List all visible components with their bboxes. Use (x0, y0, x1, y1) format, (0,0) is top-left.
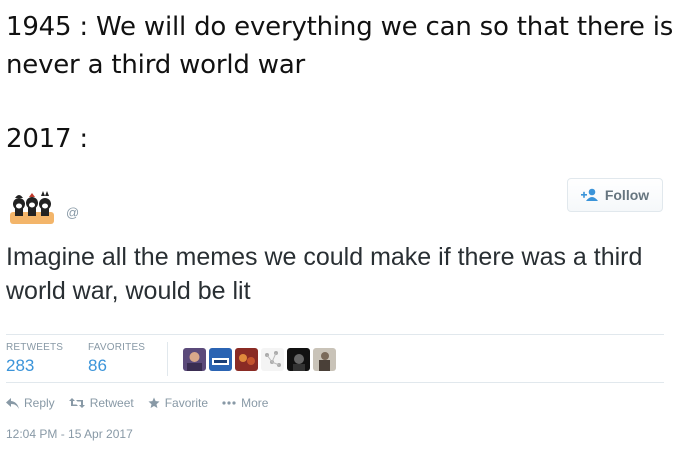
favorites-stat[interactable]: FAVORITES 86 (88, 342, 145, 376)
retweet-button[interactable]: Retweet (68, 396, 134, 410)
tweet-header: @ Follow (0, 178, 689, 228)
star-icon (148, 397, 160, 408)
tweet-timestamp[interactable]: 12:04 PM - 15 Apr 2017 (6, 427, 133, 441)
follow-button[interactable]: Follow (567, 178, 663, 212)
reply-button[interactable]: Reply (6, 396, 55, 410)
favorite-button[interactable]: Favorite (148, 396, 208, 410)
retweets-label: RETWEETS (6, 342, 64, 353)
tweet-actions: Reply Retweet Favorite More (6, 396, 282, 410)
retweets-stat[interactable]: RETWEETS 283 (6, 342, 63, 376)
favoriter-avatar[interactable] (209, 348, 232, 371)
favoriter-avatar[interactable] (235, 348, 258, 371)
reply-label: Reply (24, 396, 55, 410)
retweet-label: Retweet (89, 396, 134, 410)
favoriter-avatar[interactable] (313, 348, 336, 371)
tweet-text: Imagine all the memes we could make if t… (6, 243, 643, 305)
caption-2017: 2017 : (6, 124, 88, 154)
favoriter-avatars (183, 348, 339, 371)
reply-icon (6, 397, 19, 409)
retweet-icon (68, 398, 85, 408)
more-label: More (241, 396, 269, 410)
add-user-icon (580, 188, 598, 201)
stats-separator (167, 342, 168, 376)
favoriter-avatar[interactable] (261, 348, 284, 371)
favoriter-avatar[interactable] (287, 348, 310, 371)
more-button[interactable]: More (222, 396, 268, 410)
avatar[interactable] (8, 184, 56, 228)
more-dots-icon (222, 401, 236, 405)
divider (6, 334, 664, 335)
follow-button-label: Follow (604, 187, 650, 203)
favorites-label: FAVORITES (88, 342, 146, 353)
tweet-handle[interactable]: @ (66, 205, 79, 220)
avatar-image (10, 191, 54, 224)
caption-1945: 1945 : We will do everything we can so t… (6, 12, 674, 80)
retweets-count: 283 (6, 356, 35, 375)
favoriter-avatar[interactable] (183, 348, 206, 371)
divider (6, 382, 664, 383)
favorites-count: 86 (88, 356, 107, 375)
favorite-label: Favorite (164, 396, 209, 410)
